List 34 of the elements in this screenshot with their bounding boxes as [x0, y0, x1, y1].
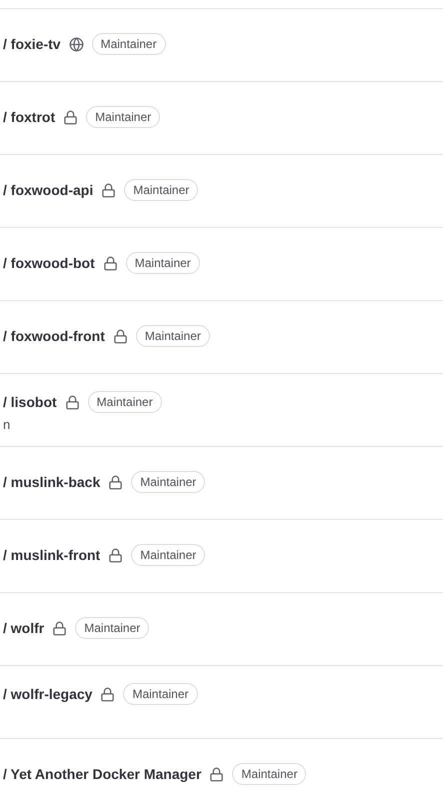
lock-icon: [64, 394, 80, 410]
role-badge: Maintainer: [136, 325, 210, 347]
lock-icon: [102, 256, 118, 270]
project-description: n: [3, 417, 10, 432]
role-badge: Maintainer: [131, 544, 206, 566]
project-name[interactable]: / foxie-tv: [3, 36, 61, 52]
globe-icon: [68, 36, 84, 52]
project-name[interactable]: / foxwood-api: [3, 182, 94, 198]
project-name[interactable]: / foxtrot: [3, 109, 56, 125]
project-name[interactable]: / wolfr-legacy: [3, 686, 92, 702]
project-name[interactable]: / muslink-back: [3, 474, 100, 490]
role-badge: Maintainer: [131, 471, 206, 493]
project-name[interactable]: / foxwood-bot: [3, 255, 95, 271]
lock-icon: [108, 474, 124, 490]
role-badge: Maintainer: [124, 179, 198, 201]
project-name[interactable]: / Yet Another Docker Manager: [3, 766, 202, 782]
role-badge: Maintainer: [123, 683, 198, 705]
lock-icon: [209, 766, 224, 782]
role-badge: Maintainer: [126, 252, 200, 274]
lock-icon: [63, 110, 78, 124]
role-badge: Maintainer: [75, 617, 150, 639]
role-badge: Maintainer: [92, 33, 166, 55]
lock-icon: [100, 686, 116, 702]
project-name[interactable]: / foxwood-front: [3, 328, 105, 344]
lock-icon: [108, 548, 124, 562]
project-name[interactable]: / muslink-front: [3, 547, 100, 563]
lock-icon: [101, 182, 116, 198]
project-name[interactable]: / wolfr: [3, 620, 44, 636]
role-badge: Maintainer: [86, 106, 160, 128]
lock-icon: [112, 328, 128, 344]
project-name[interactable]: / lisobot: [3, 394, 57, 410]
lock-icon: [52, 620, 68, 636]
role-badge: Maintainer: [88, 391, 162, 413]
role-badge: Maintainer: [232, 763, 306, 785]
